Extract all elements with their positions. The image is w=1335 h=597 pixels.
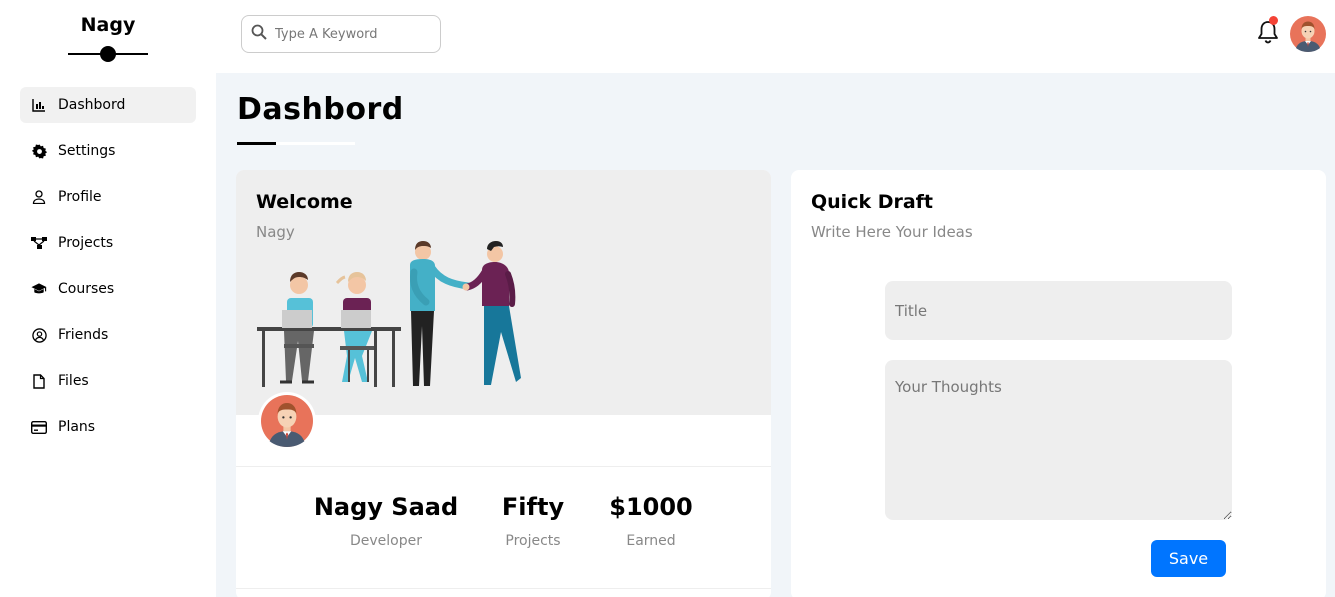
search-input[interactable] [275,26,425,42]
gear-icon [31,143,47,159]
file-icon [31,373,47,389]
stat-label: Projects [505,533,561,549]
sidebar-item-label: Projects [58,235,114,251]
sidebar-item-label: Files [58,373,89,389]
sidebar-item-label: Settings [58,143,116,159]
graduation-cap-icon [31,281,47,297]
draft-thoughts-textarea[interactable] [885,360,1232,520]
stat-label: Earned [626,533,676,549]
stat-value: Nagy Saad [313,493,459,521]
sidebar-item-label: Profile [58,189,102,205]
credit-card-icon [31,419,47,435]
stat-name: Nagy Saad Developer [306,493,466,549]
user-circle-icon [31,327,47,343]
stat-value: $1000 [609,493,693,521]
page-title: Dashbord [237,92,404,127]
top-header [216,0,1335,73]
divider [236,588,771,589]
search-box[interactable] [241,15,441,53]
sidebar-item-projects[interactable]: Projects [20,225,196,261]
profile-avatar [258,392,316,450]
welcome-card: Welcome Nagy Nagy Saad Developer Fifty P… [236,170,771,597]
brand-name: Nagy [80,14,136,36]
save-button[interactable]: Save [1151,540,1226,577]
avatar[interactable] [1290,16,1326,52]
diagram-icon [31,235,47,251]
sidebar-item-dashbord[interactable]: Dashbord [20,87,196,123]
draft-title-input[interactable] [885,281,1232,340]
search-icon [251,24,267,44]
sidebar-item-courses[interactable]: Courses [20,271,196,307]
team-illustration [257,241,521,387]
welcome-title: Welcome [256,191,353,213]
sidebar: Nagy Dashbord Settings Profile Projects [0,0,216,597]
title-underline [237,142,276,145]
stat-value: Fifty [501,493,565,521]
stat-projects: Fifty Projects [488,493,578,549]
stat-label: Developer [349,533,422,549]
user-icon [31,189,47,205]
sidebar-item-plans[interactable]: Plans [20,409,196,445]
stat-earned: $1000 Earned [601,493,701,549]
sidebar-item-files[interactable]: Files [20,363,196,399]
brand-dot [100,46,116,62]
sidebar-item-label: Friends [58,327,109,343]
sidebar-item-profile[interactable]: Profile [20,179,196,215]
chart-icon [31,97,47,113]
sidebar-item-label: Dashbord [58,97,126,113]
divider [236,466,771,467]
sidebar-item-label: Courses [58,281,115,297]
draft-title: Quick Draft [811,191,934,213]
sidebar-nav: Dashbord Settings Profile Projects Cours… [20,87,196,455]
notification-badge [1269,16,1278,25]
sidebar-item-label: Plans [58,419,96,435]
quick-draft-card: Quick Draft Write Here Your Ideas Save [791,170,1326,597]
sidebar-item-friends[interactable]: Friends [20,317,196,353]
draft-subtitle: Write Here Your Ideas [811,223,973,241]
sidebar-item-settings[interactable]: Settings [20,133,196,169]
